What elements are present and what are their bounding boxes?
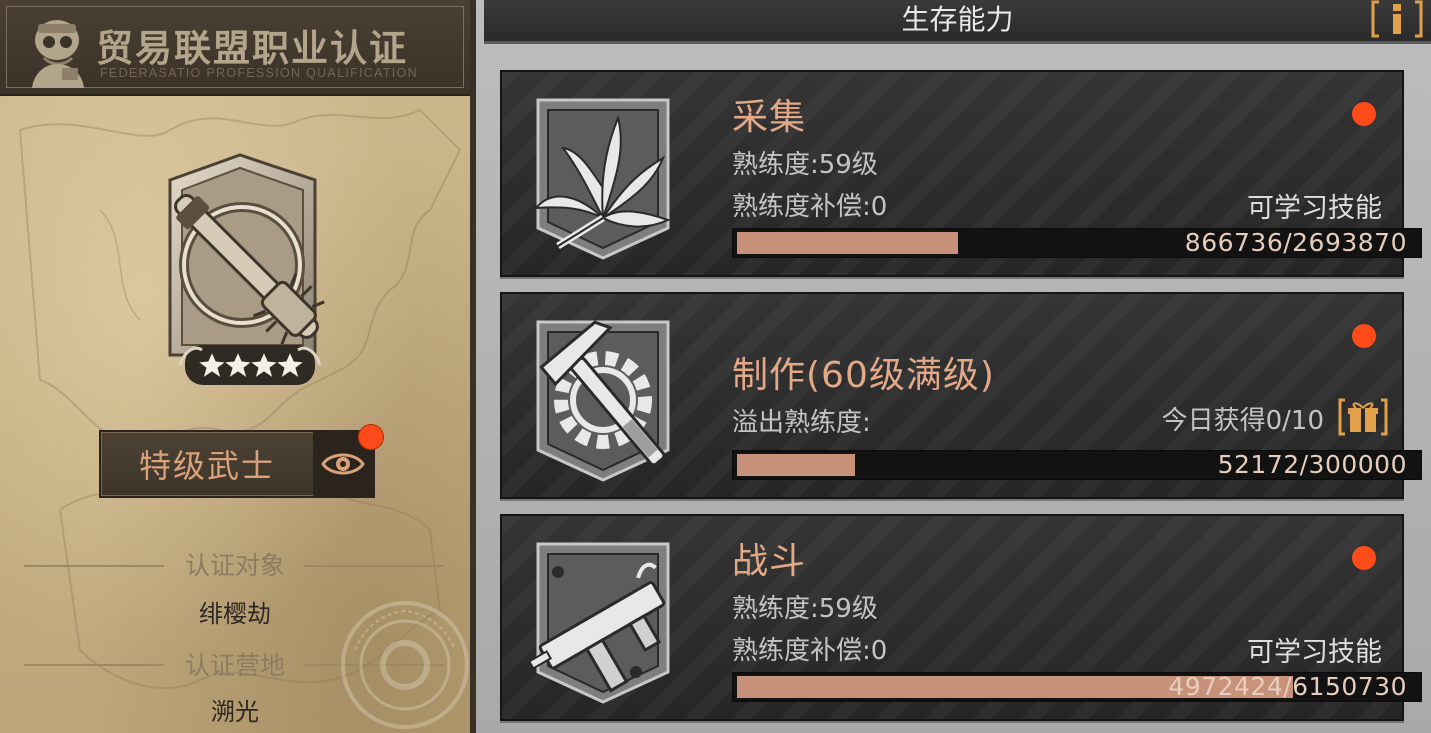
survival-panel: 生存能力 采集 熟练度:59级 熟练度补偿:0 可学习技能 866736/269… bbox=[476, 0, 1431, 733]
overflow-proficiency-label: 溢出熟练度: bbox=[732, 408, 871, 438]
progress-bar: 4972424/6150730 bbox=[732, 672, 1422, 702]
subject-label: 认证对象 bbox=[184, 551, 285, 580]
panel-header: 生存能力 bbox=[484, 0, 1431, 44]
rank-title-label: 特级武士 bbox=[138, 447, 275, 485]
progress-text: 866736/2693870 bbox=[1184, 228, 1407, 257]
federation-stamp-icon bbox=[341, 601, 469, 729]
gear-hammer-icon bbox=[536, 320, 670, 482]
skill-card-combat[interactable]: 战斗 熟练度:59级 熟练度补偿:0 可学习技能 4972424/6150730 bbox=[500, 514, 1422, 721]
mascot-logo-icon bbox=[32, 20, 84, 88]
progress-fill bbox=[737, 454, 855, 476]
skill-compensation: 熟练度补偿:0 bbox=[732, 636, 888, 666]
certificate-subtitle: FEDERASATIO PROFESSION QUALIFICATION bbox=[100, 66, 418, 80]
notification-dot bbox=[358, 424, 384, 450]
certificate-header: 贸易联盟职业认证 FEDERASATIO PROFESSION QUALIFIC… bbox=[0, 0, 470, 96]
rank-title-button[interactable]: 特级武士 bbox=[99, 430, 375, 498]
notification-dot bbox=[1352, 102, 1376, 126]
progress-bar: 866736/2693870 bbox=[732, 228, 1422, 258]
certificate-panel: 贸易联盟职业认证 FEDERASATIO PROFESSION QUALIFIC… bbox=[0, 0, 476, 733]
certificate-title: 贸易联盟职业认证 bbox=[96, 27, 408, 70]
notification-dot bbox=[1352, 546, 1376, 570]
skill-name: 战斗 bbox=[732, 541, 807, 582]
progress-bar: 52172/300000 bbox=[732, 450, 1422, 480]
skill-card-gathering[interactable]: 采集 熟练度:59级 熟练度补偿:0 可学习技能 866736/2693870 bbox=[500, 70, 1422, 277]
progress-fill bbox=[737, 232, 958, 254]
skill-card-crafting[interactable]: 制作(60级满级) 溢出熟练度: 今日获得0/10 52172/300000 bbox=[500, 292, 1422, 499]
gift-box-icon[interactable] bbox=[1338, 398, 1388, 436]
skill-name: 采集 bbox=[732, 97, 807, 138]
progress-text: 52172/300000 bbox=[1217, 450, 1407, 479]
daily-gain-text: 今日获得0/10 bbox=[1161, 406, 1324, 436]
skill-level: 熟练度:59级 bbox=[732, 150, 878, 180]
warrior-rank-badge-icon bbox=[168, 153, 325, 385]
skill-level: 熟练度:59级 bbox=[732, 594, 878, 624]
submachine-gun-icon bbox=[527, 542, 670, 704]
progress-text: 4972424/6150730 bbox=[1168, 672, 1407, 701]
notification-dot bbox=[1352, 324, 1376, 348]
panel-title: 生存能力 bbox=[901, 3, 1014, 36]
learnable-skill-text: 可学习技能 bbox=[1247, 637, 1382, 668]
skill-name: 制作(60级满级) bbox=[732, 355, 995, 396]
skill-compensation: 熟练度补偿:0 bbox=[732, 192, 888, 222]
leaf-bundle-icon bbox=[533, 98, 671, 260]
learnable-skill-text: 可学习技能 bbox=[1247, 193, 1382, 224]
info-icon[interactable] bbox=[1371, 0, 1423, 38]
